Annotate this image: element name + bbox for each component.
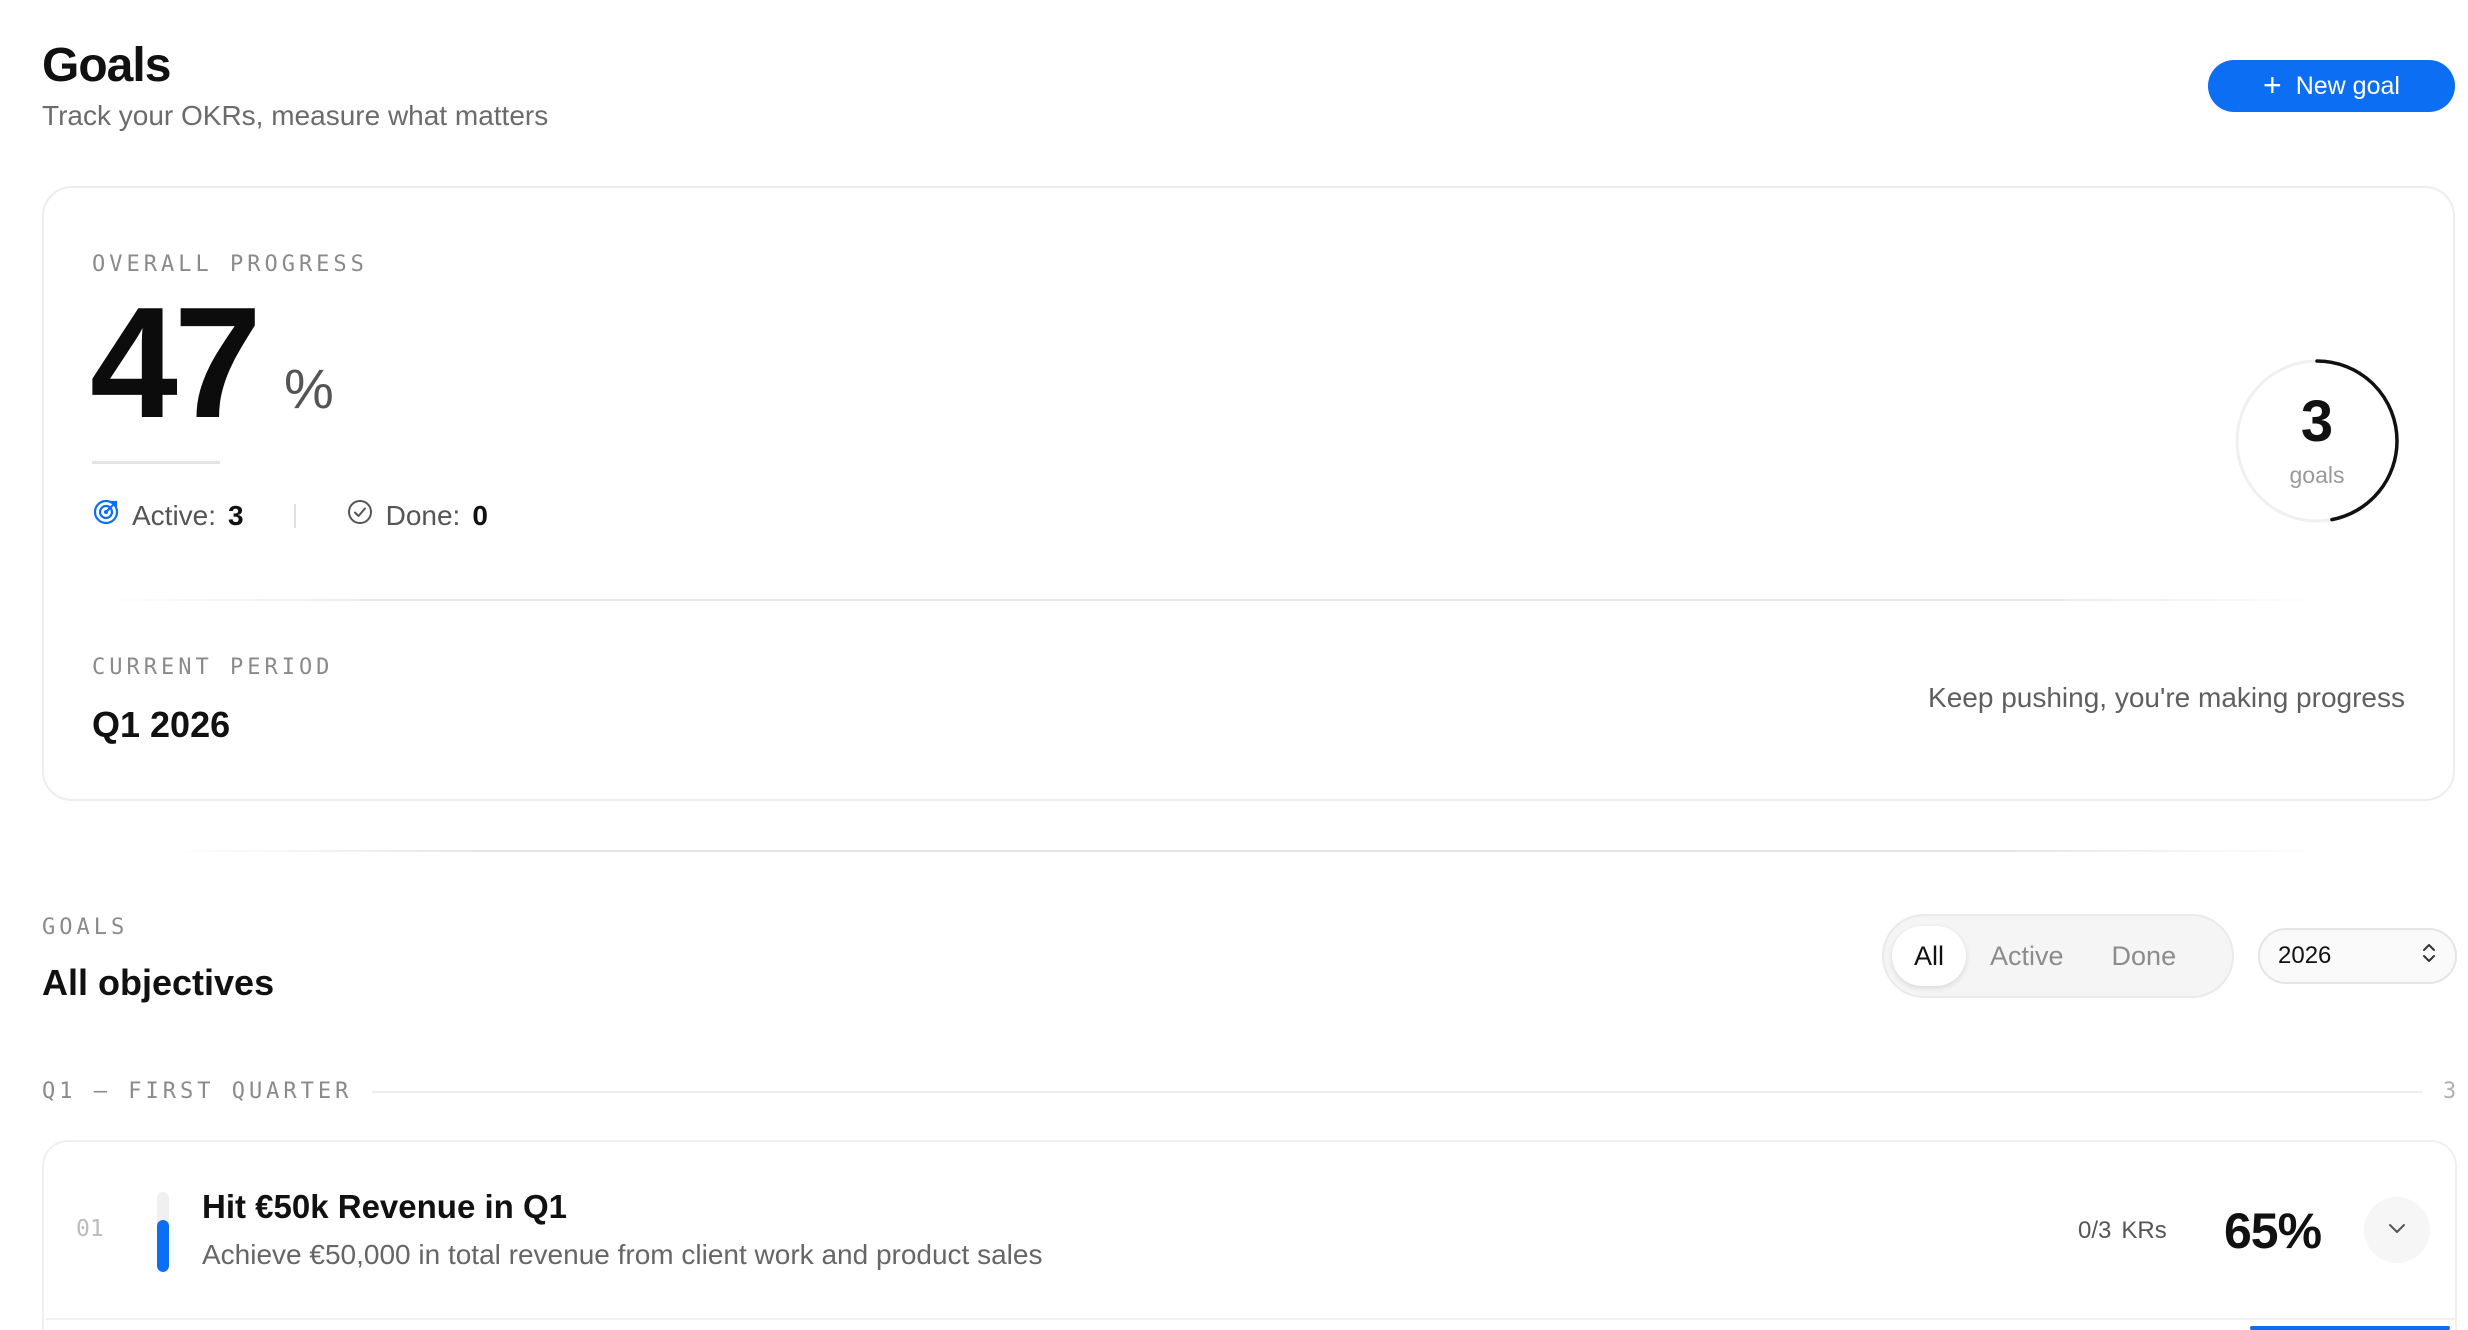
stat-separator bbox=[293, 503, 296, 528]
quarter-goal-count: 3 bbox=[2443, 1079, 2457, 1104]
active-count: 3 bbox=[228, 499, 244, 531]
goal-progress-fill bbox=[157, 1220, 169, 1272]
stats-row: Active: 3 Done: 0 bbox=[92, 498, 488, 533]
goals-eyebrow: GOALS bbox=[42, 915, 129, 940]
goals-ring: 3 goals bbox=[2232, 356, 2402, 526]
chevron-down-icon bbox=[2386, 1221, 2408, 1240]
goal-progress-bar bbox=[157, 1192, 169, 1272]
filter-done[interactable]: Done bbox=[2088, 926, 2201, 986]
filter-all[interactable]: All bbox=[1892, 926, 1967, 986]
next-row-accent bbox=[2250, 1326, 2450, 1330]
quarter-rule bbox=[372, 1091, 2422, 1093]
goal-row[interactable]: 01 Hit €50k Revenue in Q1 Achieve €50,00… bbox=[42, 1140, 2457, 1330]
progress-underline bbox=[92, 461, 220, 464]
goal-percent: 65% bbox=[2224, 1203, 2322, 1259]
new-goal-label: New goal bbox=[2295, 71, 2400, 100]
active-stat: Active: 3 bbox=[92, 498, 244, 533]
overall-progress-value: 47 bbox=[90, 275, 262, 451]
goal-index: 01 bbox=[76, 1216, 104, 1242]
year-select[interactable]: 2026 bbox=[2258, 928, 2457, 984]
ring-goal-count: 3 bbox=[2300, 389, 2334, 454]
plus-icon: + bbox=[2263, 66, 2282, 103]
card-divider bbox=[92, 599, 2332, 601]
goals-heading: All objectives bbox=[42, 962, 275, 1003]
section-divider bbox=[160, 850, 2330, 852]
done-stat: Done: 0 bbox=[346, 498, 488, 533]
ring-goal-label: goals bbox=[2289, 462, 2345, 488]
new-goal-button[interactable]: + New goal bbox=[2208, 60, 2455, 112]
current-period-label: CURRENT PERIOD bbox=[92, 655, 334, 680]
quarter-label: Q1 — FIRST QUARTER bbox=[42, 1079, 353, 1104]
done-label: Done: bbox=[385, 499, 461, 531]
year-value: 2026 bbox=[2278, 942, 2332, 969]
active-label: Active: bbox=[132, 499, 217, 531]
chevron-up-down-icon bbox=[2421, 942, 2437, 971]
goal-description: Achieve €50,000 in total revenue from cl… bbox=[202, 1239, 1043, 1270]
check-circle-icon bbox=[346, 498, 374, 533]
filter-active[interactable]: Active bbox=[1966, 926, 2088, 986]
goal-krs-count: 0/3 bbox=[2078, 1217, 2112, 1244]
overall-progress-unit: % bbox=[284, 357, 334, 420]
overview-card: OVERALL PROGRESS 47 % Active: 3 Done: 0 … bbox=[42, 186, 2455, 801]
expand-goal-button[interactable] bbox=[2364, 1197, 2430, 1263]
done-count: 0 bbox=[472, 499, 488, 531]
goal-row-divider bbox=[46, 1318, 2455, 1320]
current-period-value: Q1 2026 bbox=[92, 704, 231, 745]
page-subtitle: Track your OKRs, measure what matters bbox=[42, 100, 549, 131]
goals-page: Goals Track your OKRs, measure what matt… bbox=[0, 0, 2468, 1330]
goal-title: Hit €50k Revenue in Q1 bbox=[202, 1188, 567, 1225]
status-filter: All Active Done bbox=[1882, 914, 2234, 998]
overall-progress-label: OVERALL PROGRESS bbox=[92, 252, 368, 277]
motivation-message: Keep pushing, you're making progress bbox=[1928, 682, 2405, 713]
page-title: Goals bbox=[42, 39, 171, 92]
goal-krs-unit: KRs bbox=[2121, 1217, 2167, 1244]
goal-key-results: 0/3 KRs bbox=[2078, 1217, 2167, 1245]
target-icon bbox=[92, 498, 120, 533]
